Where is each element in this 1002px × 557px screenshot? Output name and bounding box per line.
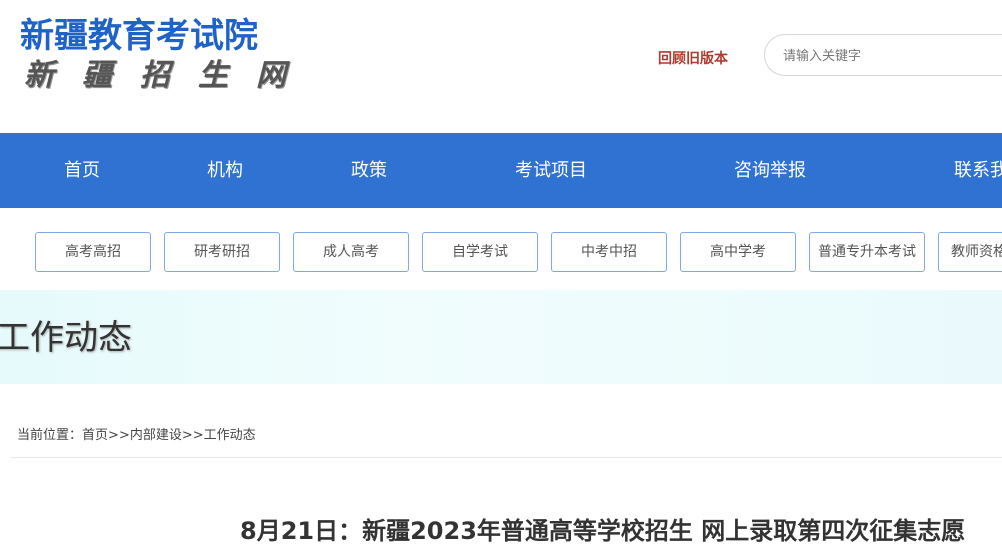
banner-title: 工作动态 [0, 318, 132, 358]
breadcrumb-separator: >> [181, 428, 204, 443]
nav-item-organization[interactable]: 机构 [207, 133, 243, 208]
breadcrumb-prefix: 当前位置： [17, 428, 83, 443]
breadcrumb-separator: >> [108, 428, 130, 443]
nav-item-consult-report[interactable]: 咨询举报 [734, 133, 806, 208]
category-teacher-cert[interactable]: 教师资格 [938, 232, 1002, 272]
search-input[interactable] [781, 45, 985, 67]
nav-item-contact[interactable]: 联系我 [954, 133, 1002, 208]
nav-item-policy[interactable]: 政策 [351, 133, 387, 208]
category-adult-exam[interactable]: 成人高考 [293, 232, 409, 272]
breadcrumb-current-link[interactable]: 工作动态 [204, 428, 256, 443]
category-postgraduate[interactable]: 研考研招 [164, 232, 280, 272]
main-nav: 首页 机构 政策 考试项目 咨询举报 联系我 [0, 133, 1002, 208]
exam-category-nav: 高考高招 研考研招 成人高考 自学考试 中考中招 高中学考 普通专升本考试 教师… [0, 208, 1002, 290]
article-title: 8月21日：新疆2023年普通高等学校招生 网上录取第四次征集志愿 [240, 517, 966, 545]
breadcrumb-section-link[interactable]: 内部建设 [130, 428, 182, 443]
breadcrumb: 当前位置：首页>>内部建设>>工作动态 [17, 424, 256, 443]
site-logo-title[interactable]: 新疆教育考试院 [20, 14, 258, 58]
category-zhongkao[interactable]: 中考中招 [551, 232, 667, 272]
category-gaokao[interactable]: 高考高招 [35, 232, 151, 272]
search-box [764, 34, 1002, 76]
nav-item-exam-projects[interactable]: 考试项目 [515, 133, 587, 208]
section-banner: 工作动态 [0, 290, 1002, 384]
category-self-study[interactable]: 自学考试 [422, 232, 538, 272]
category-high-school-test[interactable]: 高中学考 [680, 232, 796, 272]
old-version-link[interactable]: 回顾旧版本 [658, 48, 728, 68]
content-divider [10, 457, 1002, 458]
site-logo-subtitle: 新疆招生网 [24, 58, 314, 93]
breadcrumb-home-link[interactable]: 首页 [82, 428, 108, 443]
site-header: 新疆教育考试院 新疆招生网 回顾旧版本 [0, 0, 1002, 133]
nav-item-home[interactable]: 首页 [64, 133, 100, 208]
category-upgrade-exam[interactable]: 普通专升本考试 [809, 232, 925, 272]
